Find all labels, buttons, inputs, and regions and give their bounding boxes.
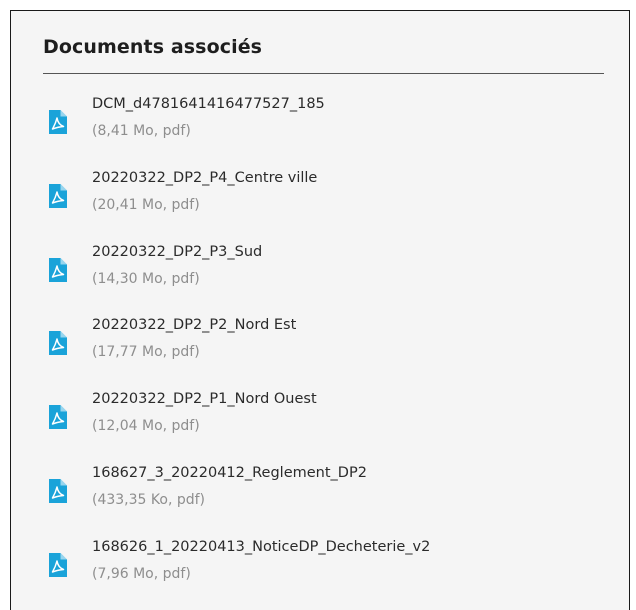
document-item[interactable]: DCM_d4781641416477527_185 (8,41 Mo, pdf)	[11, 91, 629, 165]
document-size-type: (433,35 Ko, pdf)	[92, 491, 206, 508]
document-item[interactable]: 20220322_DP2_P2_Nord Est (17,77 Mo, pdf)	[11, 312, 629, 386]
document-size-type: (17,77 Mo, pdf)	[92, 344, 200, 361]
pdf-file-icon	[49, 183, 67, 208]
document-item[interactable]: 20220322_DP2_P1_Nord Ouest (12,04 Mo, pd…	[11, 386, 629, 460]
document-name-link[interactable]: DCM_d4781641416477527_185	[92, 96, 325, 112]
pdf-file-icon	[49, 478, 67, 503]
pdf-file-icon	[49, 405, 67, 430]
document-size-type: (20,41 Mo, pdf)	[92, 196, 200, 213]
document-name-link[interactable]: 168626_1_20220413_NoticeDP_Decheterie_v2	[92, 539, 430, 555]
section-title: Documents associés	[43, 36, 263, 58]
pdf-file-icon	[49, 331, 67, 356]
document-item[interactable]: 20220322_DP2_P3_Sud (14,30 Mo, pdf)	[11, 239, 629, 313]
document-name-link[interactable]: 20220322_DP2_P1_Nord Ouest	[92, 391, 317, 407]
document-name-link[interactable]: 20220322_DP2_P4_Centre ville	[92, 170, 317, 186]
document-name-link[interactable]: 20220322_DP2_P3_Sud	[92, 244, 262, 260]
document-size-type: (8,41 Mo, pdf)	[92, 123, 191, 139]
document-item[interactable]: 168627_3_20220412_Reglement_DP2 (433,35 …	[11, 460, 629, 534]
pdf-file-icon	[49, 257, 67, 282]
pdf-file-icon	[49, 110, 67, 134]
document-size-type: (12,04 Mo, pdf)	[92, 418, 200, 435]
document-size-type: (7,96 Mo, pdf)	[92, 565, 191, 582]
document-list: DCM_d4781641416477527_185 (8,41 Mo, pdf)…	[11, 91, 629, 608]
document-item[interactable]: 20220322_DP2_P4_Centre ville (20,41 Mo, …	[11, 165, 629, 239]
document-item[interactable]: 168626_1_20220413_NoticeDP_Decheterie_v2…	[11, 534, 629, 608]
document-size-type: (14,30 Mo, pdf)	[92, 270, 200, 287]
document-name-link[interactable]: 20220322_DP2_P2_Nord Est	[92, 317, 296, 333]
document-name-link[interactable]: 168627_3_20220412_Reglement_DP2	[92, 465, 367, 481]
associated-documents-panel: Documents associés DCM_d4781641416477527…	[10, 10, 630, 610]
title-divider	[43, 73, 604, 74]
pdf-file-icon	[49, 552, 67, 577]
